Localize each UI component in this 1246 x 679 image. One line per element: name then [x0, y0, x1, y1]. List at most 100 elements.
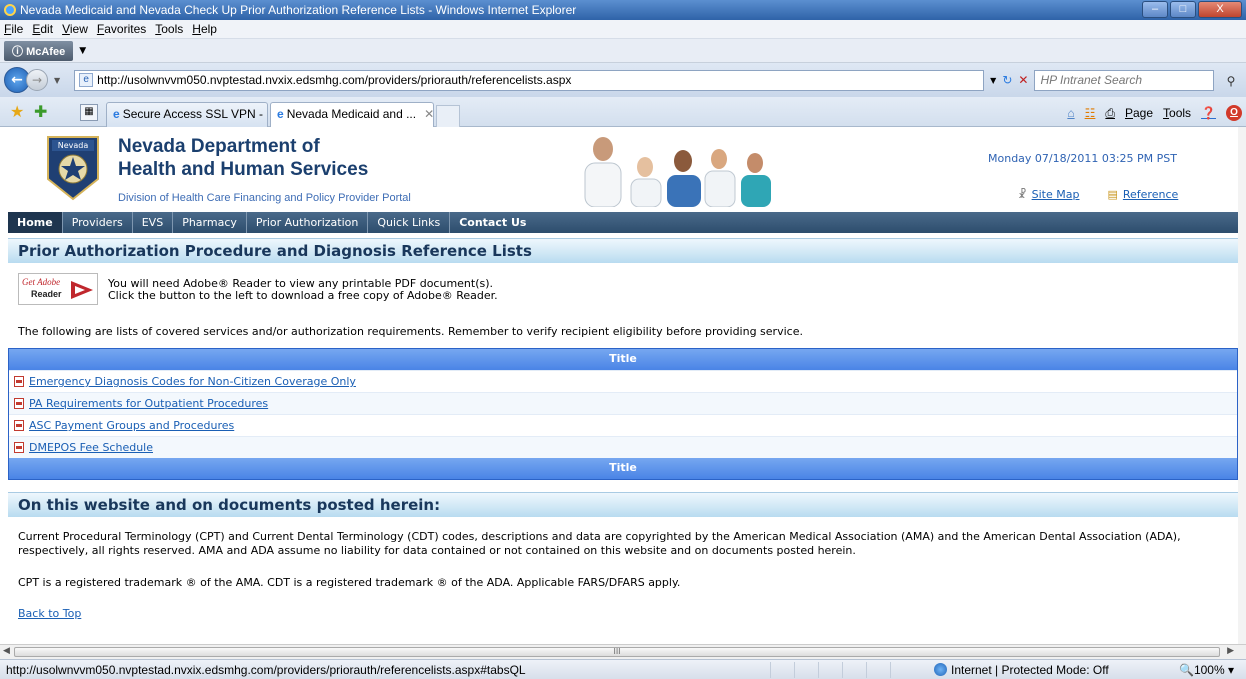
- seal-label: Nevada: [58, 141, 89, 150]
- tab-ssl-vpn[interactable]: eSecure Access SSL VPN - H...: [106, 102, 268, 127]
- tab-nevada-medicaid[interactable]: e Nevada Medicaid and ... ✕: [270, 102, 434, 127]
- mcafee-toolbar: ⓘ McAfee ▼: [0, 39, 1246, 63]
- maximize-button[interactable]: □: [1170, 1, 1196, 18]
- nevada-seal-icon: Nevada: [47, 136, 99, 201]
- vertical-scrollbar[interactable]: [1238, 127, 1246, 644]
- search-icon[interactable]: ⚲: [1227, 72, 1236, 91]
- favorites-star-icon[interactable]: ★: [10, 102, 24, 121]
- add-favorites-icon[interactable]: ✚: [34, 102, 47, 121]
- intro-text: The following are lists of covered servi…: [18, 325, 803, 338]
- doc-link-asc-payment-groups[interactable]: ASC Payment Groups and Procedures: [29, 419, 234, 432]
- tab-bar: ★ ✚ ▦ eSecure Access SSL VPN - H... eNev…: [0, 97, 1246, 127]
- org-subtitle: Division of Health Care Financing and Po…: [118, 192, 411, 204]
- pdf-icon: [14, 376, 24, 387]
- close-tab-icon[interactable]: ✕: [424, 107, 433, 121]
- header-links: ☧ Site Map ▤ Reference: [1018, 188, 1178, 201]
- home-icon[interactable]: ⌂: [1067, 106, 1074, 120]
- adobe-notice-line2: Click the button to the left to download…: [108, 289, 498, 302]
- addon-icon[interactable]: O: [1226, 105, 1242, 121]
- nav-pharmacy[interactable]: Pharmacy: [173, 212, 247, 233]
- back-to-top-link[interactable]: Back to Top: [18, 607, 81, 620]
- nav-contact-us[interactable]: Contact Us: [450, 212, 535, 233]
- new-tab-button[interactable]: [436, 105, 460, 127]
- pdf-icon: [14, 442, 24, 453]
- close-button[interactable]: X: [1198, 1, 1242, 18]
- tab-label: Secure Access SSL VPN - H...: [122, 107, 267, 121]
- menu-edit[interactable]: Edit: [32, 22, 53, 36]
- ie-tab-icon: e: [277, 107, 284, 121]
- zoom-level[interactable]: 🔍100% ▾: [1179, 663, 1234, 677]
- help-icon[interactable]: ❓: [1201, 106, 1216, 120]
- table-footer: Title: [9, 458, 1237, 479]
- table-row: PA Requirements for Outpatient Procedure…: [9, 392, 1237, 414]
- search-input[interactable]: HP Intranet Search ⚲: [1034, 69, 1235, 91]
- status-panels: [770, 661, 914, 678]
- doc-link-emergency-diagnosis-codes[interactable]: Emergency Diagnosis Codes for Non-Citize…: [29, 375, 356, 388]
- table-row: DMEPOS Fee Schedule: [9, 436, 1237, 458]
- doc-link-dmepos-fee-schedule[interactable]: DMEPOS Fee Schedule: [29, 441, 153, 454]
- url-dropdown-icon[interactable]: ▼: [990, 76, 996, 85]
- nav-quick-links[interactable]: Quick Links: [368, 212, 451, 233]
- page-title: Prior Authorization Procedure and Diagno…: [8, 238, 1238, 263]
- menu-file[interactable]: File: [4, 22, 23, 36]
- pdf-icon: [14, 398, 24, 409]
- nav-home[interactable]: Home: [8, 212, 63, 233]
- url-field[interactable]: e http://usolwnvvm050.nvptestad.nvxix.ed…: [74, 69, 985, 91]
- stop-icon[interactable]: ✕: [1018, 73, 1028, 87]
- org-name-line2: Health and Human Services: [118, 159, 369, 180]
- adobe-notice: You will need Adobe® Reader to view any …: [108, 278, 498, 302]
- search-placeholder: HP Intranet Search: [1040, 72, 1143, 87]
- get-adobe-reader-button[interactable]: Get Adobe Reader: [18, 273, 98, 305]
- adobe-reader-icon: [71, 281, 93, 299]
- nav-prior-authorization[interactable]: Prior Authorization: [247, 212, 369, 233]
- menu-tools[interactable]: Tools: [155, 22, 183, 36]
- quick-tabs-icon[interactable]: ▦: [80, 104, 98, 121]
- security-zone[interactable]: Internet | Protected Mode: Off: [934, 663, 1109, 677]
- menu-favorites[interactable]: Favorites: [97, 22, 146, 36]
- refresh-icon[interactable]: ↻: [1002, 73, 1012, 87]
- menu-bar: File Edit View Favorites Tools Help: [0, 20, 1246, 39]
- sitemap-icon: ☧: [1018, 188, 1027, 201]
- medical-staff-banner: [584, 137, 771, 207]
- feeds-icon[interactable]: ☷: [1085, 106, 1096, 120]
- pdf-icon: [14, 420, 24, 431]
- address-bar: ← → ▼ e http://usolwnvvm050.nvptestad.nv…: [0, 63, 1246, 97]
- reference-list-table: Title Emergency Diagnosis Codes for Non-…: [8, 348, 1238, 480]
- scroll-left-arrow-icon[interactable]: ◀: [3, 646, 10, 656]
- globe-icon: [934, 663, 947, 676]
- minimize-button[interactable]: –: [1142, 1, 1168, 18]
- doc-link-pa-requirements[interactable]: PA Requirements for Outpatient Procedure…: [29, 397, 268, 410]
- page-icon: e: [79, 73, 94, 87]
- status-url: http://usolwnvvm050.nvptestad.nvxix.edsm…: [6, 662, 526, 677]
- reference-link[interactable]: Reference: [1123, 188, 1178, 201]
- tools-menu[interactable]: Tools: [1163, 106, 1191, 120]
- status-bar: http://usolwnvvm050.nvptestad.nvxix.edsm…: [0, 659, 1246, 679]
- security-zone-label: Internet | Protected Mode: Off: [951, 662, 1109, 677]
- site-map-link[interactable]: Site Map: [1032, 188, 1080, 201]
- nav-evs[interactable]: EVS: [133, 212, 174, 233]
- org-name-line1: Nevada Department of: [118, 136, 320, 157]
- ie-logo-icon: [4, 4, 16, 16]
- history-dropdown-icon[interactable]: ▼: [54, 76, 60, 85]
- notice-heading: On this website and on documents posted …: [8, 492, 1238, 517]
- site-header: Nevada Nevada Department of Health and H…: [8, 127, 1238, 209]
- table-row: ASC Payment Groups and Procedures: [9, 414, 1237, 436]
- table-header: Title: [9, 349, 1237, 370]
- forward-button[interactable]: →: [26, 69, 48, 91]
- scroll-right-arrow-icon[interactable]: ▶: [1227, 646, 1234, 656]
- command-bar: ⌂ ☷ ⎙ Page Tools ❓ O: [1067, 105, 1242, 121]
- mcafee-dropdown-icon[interactable]: ▼: [79, 46, 86, 56]
- window-title: Nevada Medicaid and Nevada Check Up Prio…: [20, 3, 577, 17]
- nav-providers[interactable]: Providers: [63, 212, 133, 233]
- menu-view[interactable]: View: [62, 22, 88, 36]
- scroll-thumb[interactable]: III: [14, 647, 1220, 657]
- print-icon[interactable]: ⎙: [1105, 106, 1115, 121]
- mcafee-button[interactable]: ⓘ McAfee: [4, 40, 74, 61]
- page-menu[interactable]: Page: [1125, 106, 1153, 120]
- horizontal-scrollbar[interactable]: ◀ III ▶: [0, 644, 1246, 659]
- adobe-get-label: Get Adobe: [22, 277, 61, 287]
- menu-help[interactable]: Help: [192, 22, 217, 36]
- window-titlebar: Nevada Medicaid and Nevada Check Up Prio…: [0, 0, 1246, 20]
- page-viewport: Nevada Nevada Department of Health and H…: [0, 127, 1238, 644]
- org-name: Nevada Department of Health and Human Se…: [118, 135, 368, 181]
